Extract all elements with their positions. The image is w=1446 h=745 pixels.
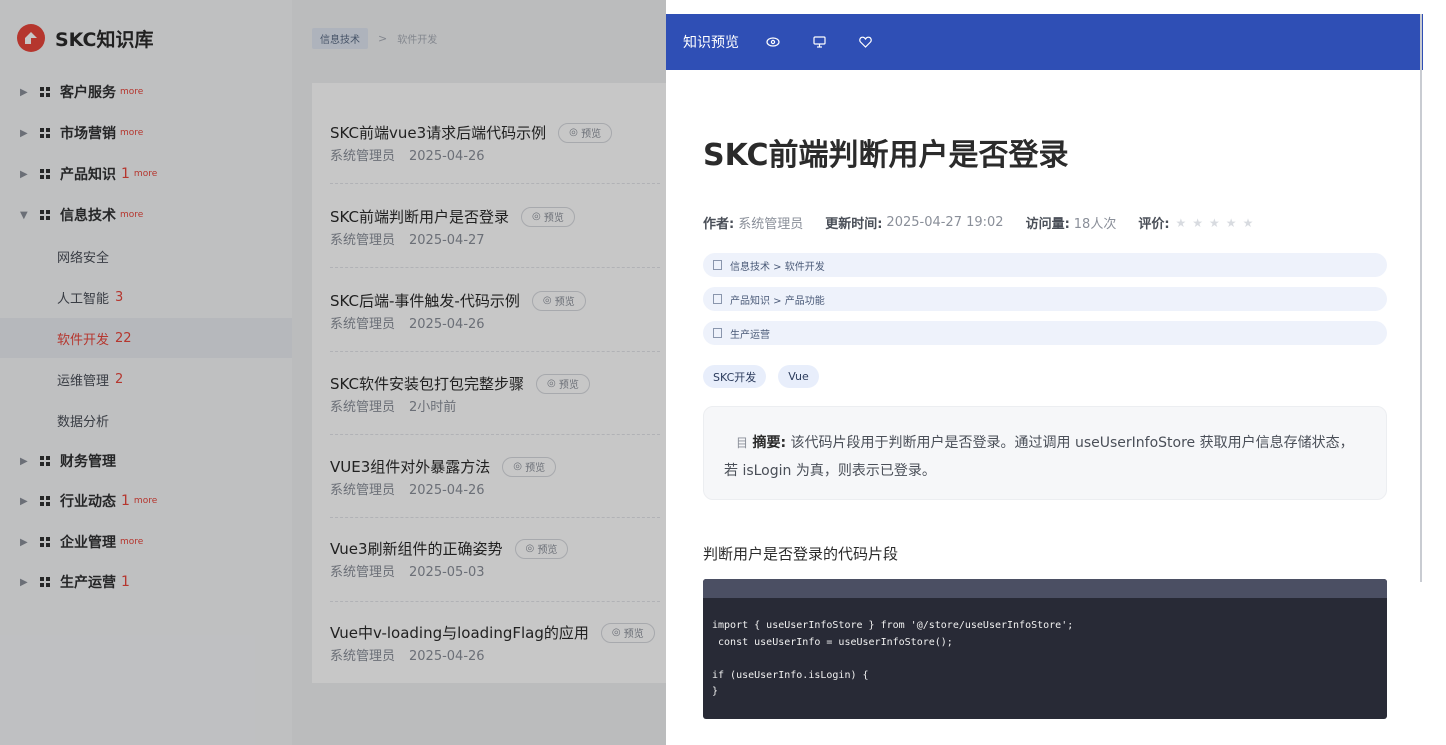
- eye-icon[interactable]: [761, 30, 785, 54]
- tag[interactable]: Vue: [778, 365, 819, 388]
- document-icon: [713, 328, 722, 338]
- summary-text: 该代码片段用于判断用户是否登录。通过调用 useUserInfoStore 获取…: [724, 435, 1354, 479]
- heart-icon[interactable]: [853, 30, 877, 54]
- preview-drawer: 知识预览 SKC前端判断用户是否登录 作者: 系统管理员 更新时间: 2025-…: [666, 0, 1423, 745]
- drawer-title: 知识预览: [683, 35, 739, 51]
- rating-label: 评价:: [1138, 217, 1170, 232]
- document-meta: 作者: 系统管理员 更新时间: 2025-04-27 19:02 访问量: 18…: [703, 213, 1259, 232]
- category-path[interactable]: 产品知识 > 产品功能: [703, 287, 1387, 311]
- monitor-icon[interactable]: [807, 30, 831, 54]
- updated-label: 更新时间:: [825, 217, 883, 232]
- views-value: 18人次: [1073, 217, 1117, 232]
- code-block[interactable]: import { useUserInfoStore } from '@/stor…: [703, 579, 1387, 719]
- category-path-text: 产品知识 > 产品功能: [730, 295, 825, 307]
- scrollbar[interactable]: [1420, 14, 1422, 582]
- category-path-text: 生产运营: [730, 329, 770, 341]
- code-toolbar: [703, 579, 1387, 598]
- summary-box: 目 摘要: 该代码片段用于判断用户是否登录。通过调用 useUserInfoSt…: [703, 406, 1387, 500]
- document-icon: [713, 294, 722, 304]
- code-content: import { useUserInfoStore } from '@/stor…: [712, 620, 1074, 697]
- tag-list: SKC开发 Vue: [703, 365, 831, 388]
- author-value: 系统管理员: [738, 217, 804, 232]
- rating-stars[interactable]: ★★★★★: [1176, 216, 1260, 230]
- views-label: 访问量:: [1025, 217, 1070, 232]
- section-title: 判断用户是否登录的代码片段: [703, 545, 899, 563]
- document-title: SKC前端判断用户是否登录: [703, 138, 1069, 173]
- category-path-text: 信息技术 > 软件开发: [730, 261, 825, 273]
- category-path[interactable]: 生产运营: [703, 321, 1387, 345]
- drawer-header: 知识预览: [666, 14, 1423, 70]
- author-label: 作者:: [703, 217, 735, 232]
- drawer-overlay-mask[interactable]: [0, 0, 666, 745]
- summary-label: 摘要:: [752, 435, 787, 451]
- category-path[interactable]: 信息技术 > 软件开发: [703, 253, 1387, 277]
- summary-icon: 目: [736, 436, 749, 450]
- tag[interactable]: SKC开发: [703, 365, 767, 388]
- updated-value: 2025-04-27 19:02: [886, 215, 1004, 230]
- document-icon: [713, 260, 722, 270]
